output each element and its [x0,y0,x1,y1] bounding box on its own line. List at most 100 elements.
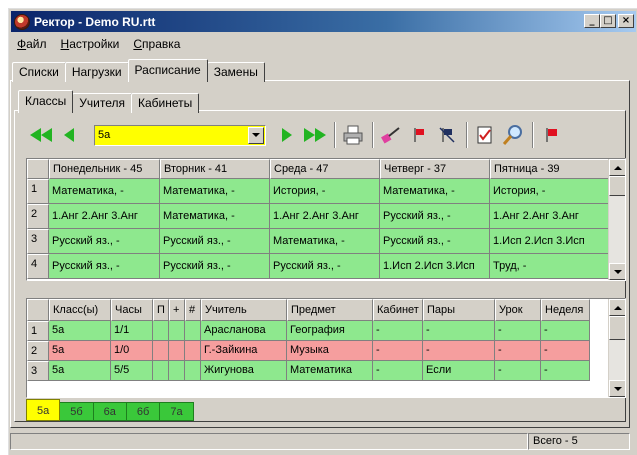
lesson-cell[interactable]: Жигунова [201,361,287,381]
lesson-cell[interactable]: Г.-Зайкина [201,341,287,361]
header-room[interactable]: Кабинет [373,299,423,321]
search-button[interactable] [500,122,526,148]
lesson-cell[interactable]: Музыка [287,341,373,361]
print-button[interactable] [340,122,366,148]
schedule-cell[interactable]: Математика, - [380,179,490,204]
lesson-cell[interactable]: - [423,341,495,361]
lesson-cell[interactable] [185,361,201,381]
lesson-cell[interactable]: - [423,321,495,341]
scroll-up-button[interactable] [609,159,625,176]
schedule-cell[interactable]: Русский яз., - [380,204,490,229]
schedule-cell[interactable]: Русский яз., - [270,254,380,279]
lesson-cell[interactable]: - [541,361,590,381]
first-button[interactable] [28,122,54,148]
header-day[interactable]: Вторник - 41 [160,159,270,179]
lesson-cell[interactable]: - [541,341,590,361]
header-day[interactable]: Среда - 47 [270,159,380,179]
header-classes[interactable]: Класс(ы) [49,299,111,321]
lesson-cell[interactable]: - [495,321,541,341]
schedule-cell[interactable]: 1.Анг 2.Анг 3.Анг [490,204,610,229]
lesson-cell[interactable]: - [373,361,423,381]
schedule-cell[interactable]: 1.Исп 2.Исп 3.Исп [490,229,610,254]
header-lesson[interactable]: Урок [495,299,541,321]
last-button[interactable] [302,122,328,148]
lesson-cell[interactable]: Если [423,361,495,381]
tab-classes[interactable]: Классы [18,90,74,113]
class-tab-7a[interactable]: 7а [159,402,194,421]
header-teacher[interactable]: Учитель [201,299,287,321]
schedule-cell[interactable]: Математика, - [160,204,270,229]
lesson-cell[interactable]: - [373,321,423,341]
table-row[interactable]: 3 5а 5/5 Жигунова Математика - Если - - [27,361,625,381]
schedule-cell[interactable]: 1.Анг 2.Анг 3.Анг [270,204,380,229]
scroll-down-button[interactable] [609,380,625,397]
lesson-cell[interactable] [169,321,185,341]
schedule-cell[interactable]: Русский яз., - [160,254,270,279]
schedule-cell[interactable]: Русский яз., - [49,254,160,279]
title-bar[interactable]: Ректор - Demo RU.rtt _ □ × [11,11,636,32]
menu-settings[interactable]: Настройки [54,35,127,53]
schedule-cell[interactable]: 1.Исп 2.Исп 3.Исп [380,254,490,279]
class-tab-5b[interactable]: 5б [59,402,94,421]
lesson-cell[interactable]: - [541,321,590,341]
lesson-cell[interactable]: 5/5 [111,361,153,381]
lesson-cell[interactable]: 5а [49,321,111,341]
lesson-cell[interactable] [153,361,169,381]
header-day[interactable]: Пятница - 39 [490,159,610,179]
prev-button[interactable] [56,122,82,148]
schedule-cell[interactable]: История, - [270,179,380,204]
tab-substitutions[interactable]: Замены [206,62,265,82]
lesson-cell[interactable]: 5а [49,341,111,361]
tab-schedule[interactable]: Расписание [127,59,208,82]
lesson-cell[interactable] [153,321,169,341]
header-hours[interactable]: Часы [111,299,153,321]
lesson-cell[interactable] [169,341,185,361]
lesson-cell[interactable]: Арасланова [201,321,287,341]
header-subject[interactable]: Предмет [287,299,373,321]
lesson-cell[interactable] [169,361,185,381]
lesson-cell[interactable]: 1/1 [111,321,153,341]
menu-help[interactable]: Справка [126,35,187,53]
schedule-cell[interactable]: Труд, - [490,254,610,279]
schedule-cell[interactable]: Математика, - [160,179,270,204]
header-day[interactable]: Понедельник - 45 [49,159,160,179]
lesson-cell[interactable]: Математика [287,361,373,381]
unflag-button[interactable] [434,122,460,148]
scroll-thumb[interactable] [609,316,625,340]
table-row[interactable]: 2 5а 1/0 Г.-Зайкина Музыка - - - - [27,341,625,361]
flag-button[interactable] [406,122,432,148]
schedule-cell[interactable]: Русский яз., - [160,229,270,254]
schedule-scrollbar[interactable] [608,159,625,280]
next-button[interactable] [274,122,300,148]
table-row[interactable]: 1 5а 1/1 Арасланова География - - - - [27,321,625,341]
tab-rooms[interactable]: Кабинеты [131,93,200,113]
header-plus[interactable]: + [169,299,185,321]
schedule-cell[interactable]: Русский яз., - [49,229,160,254]
menu-file[interactable]: Файл [10,35,54,53]
lesson-cell[interactable]: 1/0 [111,341,153,361]
scroll-down-button[interactable] [609,263,625,280]
header-p[interactable]: П [153,299,169,321]
tab-lists[interactable]: Списки [12,62,66,82]
lesson-cell[interactable]: География [287,321,373,341]
close-button[interactable]: × [618,14,634,28]
clear-button[interactable] [378,122,404,148]
maximize-button[interactable]: □ [600,14,616,28]
header-pairs[interactable]: Пары [423,299,495,321]
class-tab-6b[interactable]: 6б [125,402,161,421]
lesson-cell[interactable]: - [495,341,541,361]
lesson-cell[interactable]: - [495,361,541,381]
minimize-button[interactable]: _ [584,14,600,28]
header-day[interactable]: Четверг - 37 [380,159,490,179]
lesson-cell[interactable] [185,321,201,341]
class-tab-6a[interactable]: 6а [92,402,127,421]
lesson-cell[interactable] [153,341,169,361]
class-select[interactable]: 5а [94,124,266,146]
lessons-scrollbar[interactable] [608,299,625,397]
schedule-cell[interactable]: 1.Анг 2.Анг 3.Анг [49,204,160,229]
flag-red-button[interactable] [538,122,564,148]
scroll-up-button[interactable] [609,299,625,316]
header-week[interactable]: Неделя [541,299,590,321]
scroll-thumb[interactable] [609,176,625,196]
schedule-cell[interactable]: Русский яз., - [380,229,490,254]
